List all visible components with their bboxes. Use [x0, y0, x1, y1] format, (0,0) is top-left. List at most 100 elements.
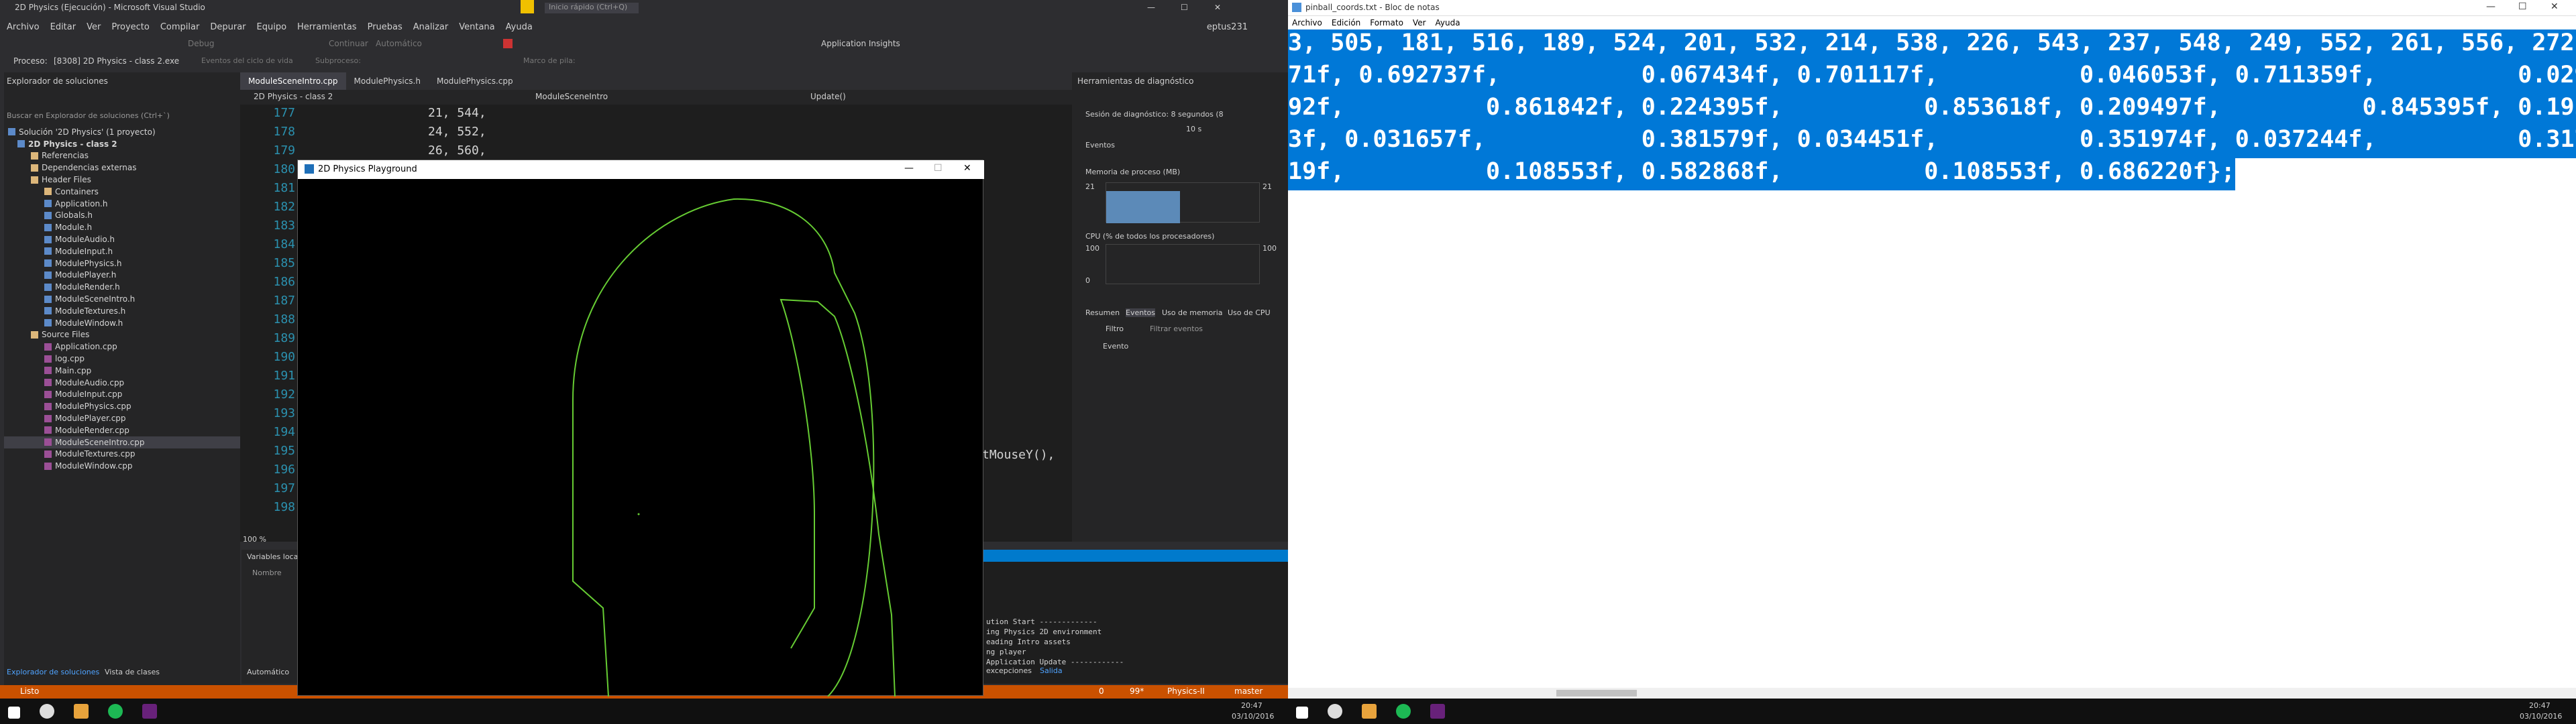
- platform-dropdown[interactable]: Automático: [376, 39, 422, 48]
- tab-output[interactable]: Salida: [1040, 666, 1063, 675]
- menu-equipo[interactable]: Equipo: [257, 22, 287, 32]
- tree-item-file[interactable]: ModulePhysics.cpp: [4, 400, 240, 412]
- clock-date[interactable]: 03/10/2016: [1232, 712, 1274, 721]
- stack-frame-dropdown[interactable]: Marco de pila:: [523, 56, 576, 65]
- status-project[interactable]: Physics-II: [1167, 686, 1205, 696]
- notepad-text-area[interactable]: 3, 505, 181, 516, 189, 524, 201, 532, 21…: [1288, 29, 2576, 686]
- clock-time[interactable]: 20:47: [2529, 701, 2551, 710]
- status-changes[interactable]: 99*: [1130, 686, 1144, 696]
- app-insights-button[interactable]: Application Insights: [821, 39, 900, 48]
- tree-item-file[interactable]: ModuleRender.h: [4, 281, 240, 293]
- menu-proyecto[interactable]: Proyecto: [111, 22, 150, 32]
- tree-item-file[interactable]: ModuleTextures.cpp: [4, 448, 240, 461]
- spotify-icon[interactable]: [1396, 704, 1411, 719]
- tab-summary[interactable]: Resumen: [1085, 308, 1120, 317]
- close-button[interactable]: ✕: [2551, 1, 2559, 12]
- tree-item-file[interactable]: ModuleAudio.cpp: [4, 377, 240, 389]
- visual-studio-icon[interactable]: [142, 704, 158, 719]
- tree-item-file[interactable]: ModulePlayer.cpp: [4, 412, 240, 424]
- tree-item-dependencies[interactable]: Dependencias externas: [4, 162, 240, 174]
- tree-item-file[interactable]: Module.h: [4, 221, 240, 233]
- menu-ver[interactable]: Ver: [1413, 18, 1426, 27]
- lifecycle-events-dropdown[interactable]: Eventos del ciclo de vida: [201, 56, 293, 65]
- menu-analizar[interactable]: Analizar: [413, 22, 448, 32]
- tree-item-source-files[interactable]: Source Files: [4, 329, 240, 341]
- tab-modulesceneintro-cpp[interactable]: ModuleSceneIntro.cpp: [240, 72, 346, 90]
- config-dropdown[interactable]: Debug: [188, 39, 214, 48]
- menu-depurar[interactable]: Depurar: [210, 22, 246, 32]
- search-icon[interactable]: [1328, 704, 1343, 719]
- tree-item-file[interactable]: ModuleInput.h: [4, 245, 240, 257]
- menu-edicion[interactable]: Edición: [1332, 18, 1360, 27]
- menu-compilar[interactable]: Compilar: [160, 22, 199, 32]
- tab-modulephysics-h[interactable]: ModulePhysics.h: [346, 72, 429, 90]
- tab-autos[interactable]: Automático: [247, 668, 289, 676]
- maximize-button[interactable]: ☐: [934, 163, 943, 174]
- menu-archivo[interactable]: Archivo: [1292, 18, 1322, 27]
- user-name[interactable]: eptus231: [1207, 22, 1248, 32]
- minimize-button[interactable]: —: [904, 163, 914, 174]
- tree-item-file[interactable]: Main.cpp: [4, 365, 240, 377]
- horizontal-scrollbar[interactable]: [1288, 688, 2576, 699]
- menu-ventana[interactable]: Ventana: [459, 22, 494, 32]
- tree-item-references[interactable]: Referencias: [4, 150, 240, 162]
- status-branch[interactable]: master: [1234, 686, 1263, 696]
- start-button-icon[interactable]: [8, 707, 20, 719]
- tab-cpu-usage[interactable]: Uso de CPU: [1228, 308, 1271, 317]
- filter-dropdown[interactable]: Filtro: [1106, 324, 1124, 333]
- nav-method-dropdown[interactable]: Update(): [810, 92, 846, 101]
- quick-launch-input[interactable]: Inicio rápido (Ctrl+Q): [545, 3, 639, 13]
- menu-pruebas[interactable]: Pruebas: [368, 22, 402, 32]
- cpu-section-title[interactable]: CPU (% de todos los procesadores): [1085, 232, 1214, 241]
- minimize-button[interactable]: —: [1147, 3, 1155, 12]
- menu-archivo[interactable]: Archivo: [7, 22, 40, 32]
- menu-ayuda[interactable]: Ayuda: [506, 22, 533, 32]
- events-section-title[interactable]: Eventos: [1085, 141, 1115, 149]
- tree-item-solution[interactable]: Solución '2D Physics' (1 proyecto): [4, 126, 240, 138]
- clock-date[interactable]: 03/10/2016: [2520, 712, 2562, 721]
- tree-item-header-files[interactable]: Header Files: [4, 174, 240, 186]
- maximize-button[interactable]: ☐: [1181, 3, 1188, 12]
- tree-item-file[interactable]: ModuleRender.cpp: [4, 424, 240, 436]
- filter-events-input[interactable]: Filtrar eventos: [1150, 324, 1203, 333]
- status-errors[interactable]: 0: [1099, 686, 1104, 696]
- tab-solution-explorer[interactable]: Explorador de soluciones: [7, 668, 99, 676]
- notification-flag-icon[interactable]: [521, 0, 534, 13]
- nav-class-dropdown[interactable]: ModuleSceneIntro: [535, 92, 608, 101]
- tree-item-file[interactable]: Application.cpp: [4, 341, 240, 353]
- tree-item-file[interactable]: ModulePhysics.h: [4, 257, 240, 269]
- tree-item-file-selected[interactable]: ModuleSceneIntro.cpp: [4, 436, 240, 448]
- tree-item-file[interactable]: ModuleWindow.h: [4, 317, 240, 329]
- chrome-icon[interactable]: [74, 704, 89, 719]
- search-icon[interactable]: [40, 704, 55, 719]
- chrome-icon[interactable]: [1362, 704, 1377, 719]
- tree-item-project[interactable]: 2D Physics - class 2: [4, 138, 240, 150]
- tree-item-file[interactable]: ModuleTextures.h: [4, 305, 240, 317]
- menu-herramientas[interactable]: Herramientas: [297, 22, 357, 32]
- tree-item-file[interactable]: Globals.h: [4, 210, 240, 222]
- scrollbar-thumb[interactable]: [1556, 690, 1637, 697]
- tree-item-file[interactable]: ModulePlayer.h: [4, 269, 240, 282]
- visual-studio-icon[interactable]: [1430, 704, 1446, 719]
- close-button[interactable]: ✕: [1214, 3, 1221, 12]
- tab-events[interactable]: Eventos: [1126, 308, 1155, 317]
- spotify-icon[interactable]: [108, 704, 123, 719]
- physics-canvas[interactable]: [298, 179, 984, 697]
- tab-class-view[interactable]: Vista de clases: [105, 668, 160, 676]
- process-dropdown[interactable]: [8308] 2D Physics - class 2.exe: [54, 56, 179, 66]
- tab-exceptions[interactable]: excepciones: [986, 666, 1032, 675]
- code-area[interactable]: 21, 544, 24, 552, 26, 560,: [307, 106, 1045, 162]
- menu-ayuda[interactable]: Ayuda: [1436, 18, 1460, 27]
- tree-item-containers[interactable]: Containers: [4, 186, 240, 198]
- maximize-button[interactable]: ☐: [2518, 1, 2527, 12]
- menu-ver[interactable]: Ver: [87, 22, 101, 32]
- close-button[interactable]: ✕: [963, 163, 971, 174]
- tree-item-file[interactable]: log.cpp: [4, 353, 240, 365]
- start-button-icon[interactable]: [1296, 707, 1308, 719]
- tree-item-file[interactable]: ModuleSceneIntro.h: [4, 293, 240, 305]
- tree-item-file[interactable]: ModuleInput.cpp: [4, 389, 240, 401]
- tab-memory-usage[interactable]: Uso de memoria: [1162, 308, 1223, 317]
- stop-icon[interactable]: [503, 39, 513, 48]
- memory-section-title[interactable]: Memoria de proceso (MB): [1085, 168, 1180, 176]
- tree-item-file[interactable]: ModuleAudio.h: [4, 233, 240, 245]
